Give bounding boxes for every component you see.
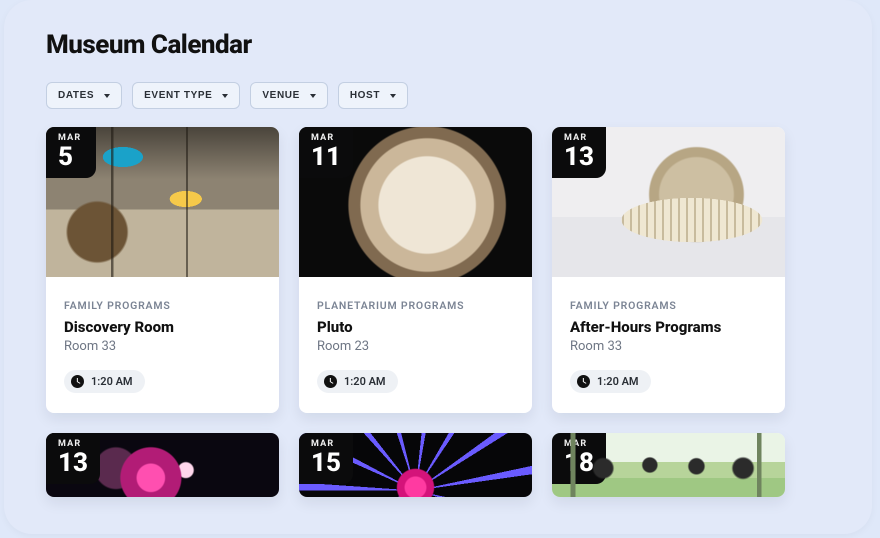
date-badge: MAR 13: [46, 433, 100, 484]
event-title: Discovery Room: [64, 318, 261, 336]
date-month: MAR: [58, 133, 84, 143]
date-day: 18: [564, 450, 594, 476]
event-image: MAR 11: [299, 127, 532, 277]
clock-icon: [324, 375, 337, 388]
event-grid: MAR 5 FAMILY PROGRAMS Discovery Room Roo…: [46, 127, 836, 497]
date-day: 13: [564, 144, 594, 170]
event-body: FAMILY PROGRAMS Discovery Room Room 33 1…: [46, 277, 279, 413]
chevron-down-icon: [104, 94, 110, 98]
event-image: MAR 15: [299, 433, 532, 497]
page-title: Museum Calendar: [46, 30, 836, 60]
date-day: 13: [58, 450, 88, 476]
filter-bar: DATES EVENT TYPE VENUE HOST: [46, 82, 836, 109]
filter-dates[interactable]: DATES: [46, 82, 122, 109]
event-title: Pluto: [317, 318, 514, 336]
event-body: PLANETARIUM PROGRAMS Pluto Room 23 1:20 …: [299, 277, 532, 413]
event-card[interactable]: MAR 18: [552, 433, 785, 497]
date-badge: MAR 18: [552, 433, 606, 484]
event-image: MAR 18: [552, 433, 785, 497]
filter-host[interactable]: HOST: [338, 82, 408, 109]
date-badge: MAR 11: [299, 127, 353, 178]
event-time: 1:20 AM: [344, 375, 386, 388]
filter-label: EVENT TYPE: [144, 90, 212, 101]
event-category: PLANETARIUM PROGRAMS: [317, 299, 514, 312]
date-badge: MAR 13: [552, 127, 606, 178]
event-card[interactable]: MAR 5 FAMILY PROGRAMS Discovery Room Roo…: [46, 127, 279, 413]
event-room: Room 23: [317, 339, 514, 354]
filter-event-type[interactable]: EVENT TYPE: [132, 82, 240, 109]
chevron-down-icon: [222, 94, 228, 98]
date-badge: MAR 15: [299, 433, 353, 484]
date-day: 11: [311, 144, 341, 170]
date-month: MAR: [564, 133, 594, 143]
filter-label: HOST: [350, 90, 380, 101]
event-time: 1:20 AM: [91, 375, 133, 388]
event-time: 1:20 AM: [597, 375, 639, 388]
event-card[interactable]: MAR 13: [46, 433, 279, 497]
event-image: MAR 5: [46, 127, 279, 277]
event-category: FAMILY PROGRAMS: [64, 299, 261, 312]
clock-icon: [577, 375, 590, 388]
chevron-down-icon: [390, 94, 396, 98]
event-image: MAR 13: [46, 433, 279, 497]
event-card[interactable]: MAR 11 PLANETARIUM PROGRAMS Pluto Room 2…: [299, 127, 532, 413]
date-day: 5: [58, 144, 84, 170]
event-card[interactable]: MAR 13 FAMILY PROGRAMS After-Hours Progr…: [552, 127, 785, 413]
chevron-down-icon: [310, 94, 316, 98]
event-category: FAMILY PROGRAMS: [570, 299, 767, 312]
time-chip: 1:20 AM: [64, 370, 145, 393]
event-title: After-Hours Programs: [570, 318, 767, 336]
event-room: Room 33: [64, 339, 261, 354]
filter-label: VENUE: [262, 90, 299, 101]
event-body: FAMILY PROGRAMS After-Hours Programs Roo…: [552, 277, 785, 413]
clock-icon: [71, 375, 84, 388]
date-day: 15: [311, 450, 341, 476]
event-room: Room 33: [570, 339, 767, 354]
date-badge: MAR 5: [46, 127, 96, 178]
calendar-panel: Museum Calendar DATES EVENT TYPE VENUE H…: [4, 0, 872, 534]
date-month: MAR: [564, 439, 594, 449]
time-chip: 1:20 AM: [570, 370, 651, 393]
filter-venue[interactable]: VENUE: [250, 82, 327, 109]
event-image: MAR 13: [552, 127, 785, 277]
filter-label: DATES: [58, 90, 94, 101]
time-chip: 1:20 AM: [317, 370, 398, 393]
event-card[interactable]: MAR 15: [299, 433, 532, 497]
